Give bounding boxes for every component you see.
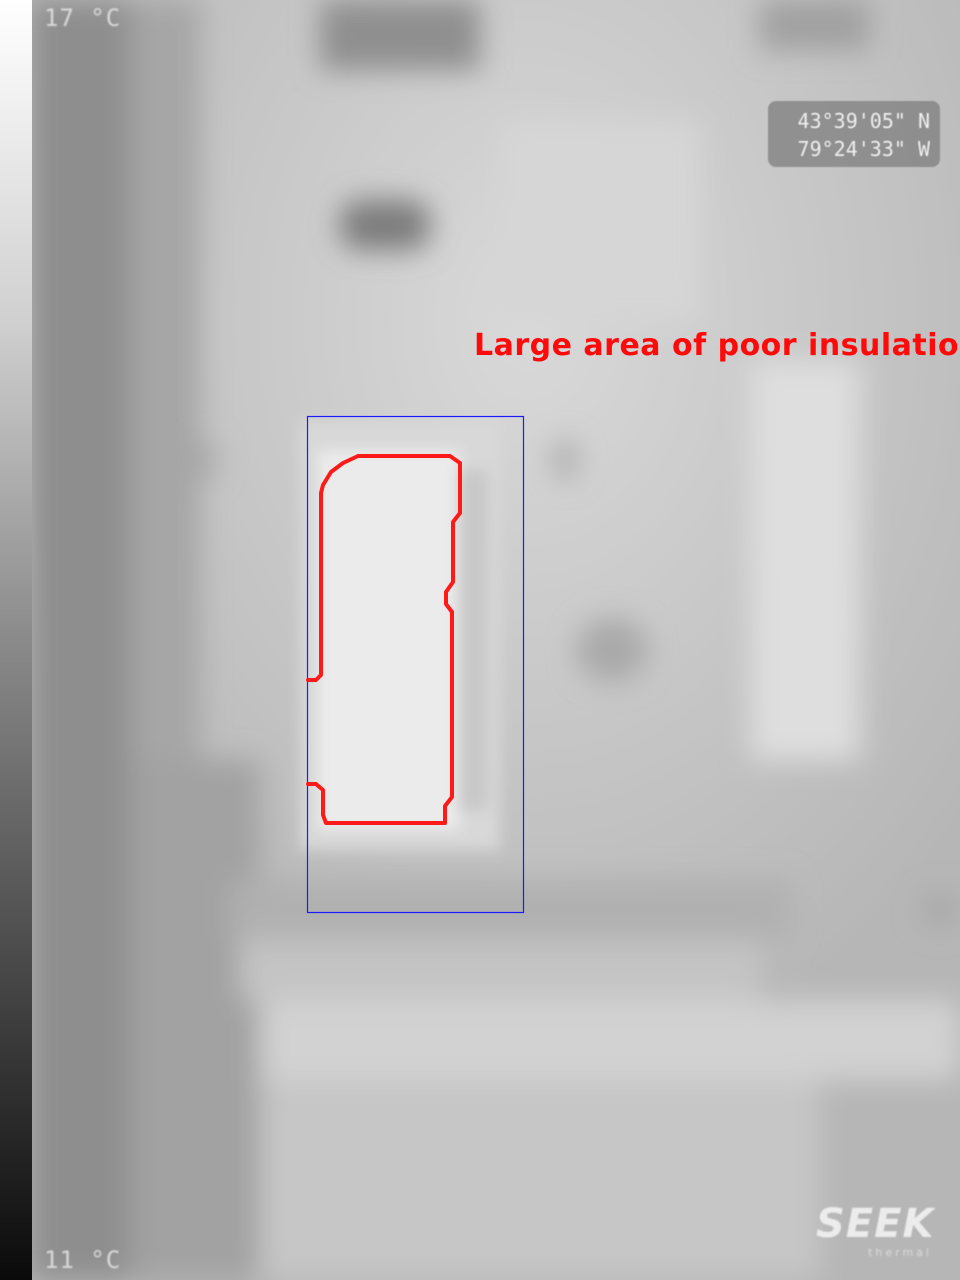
- scale-min-temperature: 11 °C: [44, 1246, 122, 1274]
- temperature-scale-bar: [0, 0, 32, 1280]
- brand-subtitle: thermal: [868, 1246, 932, 1259]
- gps-longitude: 79°24'33" W: [797, 137, 930, 161]
- gps-coordinates-badge: 43°39'05" N 79°24'33" W: [768, 101, 940, 167]
- annotation-label: Large area of poor insulation: [474, 328, 960, 363]
- thermal-scene: [0, 0, 960, 1280]
- gps-latitude: 43°39'05" N: [797, 109, 930, 133]
- thermal-image: 17 °C 11 °C 43°39'05" N 79°24'33" W Larg…: [0, 0, 960, 1280]
- brand-name: SEEK: [816, 1201, 935, 1247]
- brand-logo: SEEK thermal: [816, 1202, 936, 1268]
- scale-max-temperature: 17 °C: [44, 4, 122, 32]
